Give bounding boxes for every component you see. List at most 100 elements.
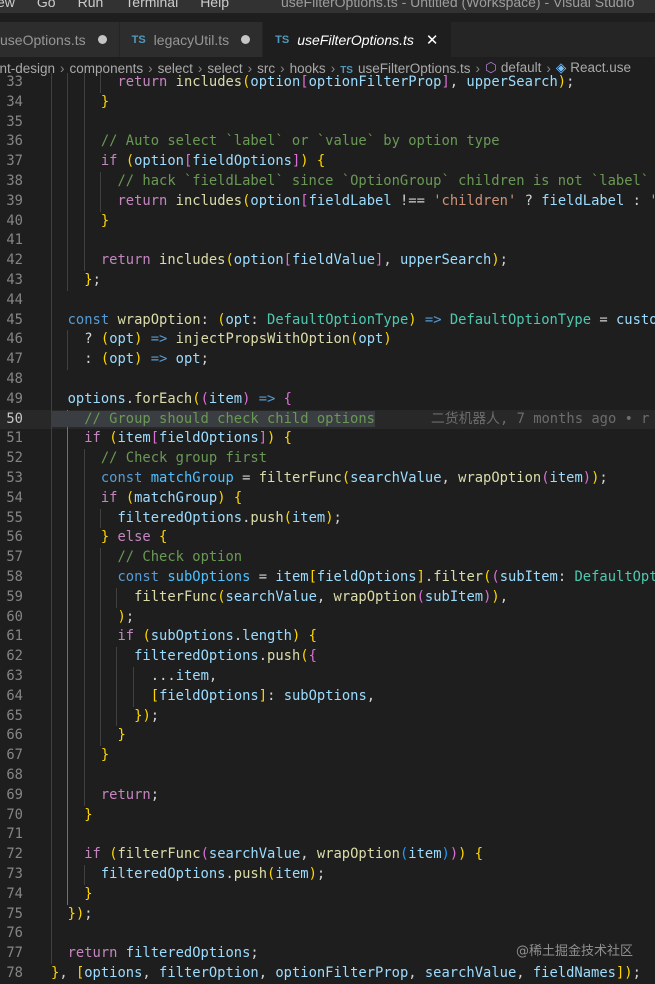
code-line[interactable]: 34 } — [0, 92, 655, 113]
line-number: 45 — [6, 311, 23, 328]
line-number: 36 — [6, 133, 23, 150]
code-line[interactable]: 65 }); — [0, 706, 655, 727]
code-line[interactable]: 52 // Check group first — [0, 449, 655, 469]
code-text: filteredOptions.push({ — [134, 648, 317, 665]
code-line[interactable]: 68 — [0, 766, 655, 786]
code-line[interactable]: 41 — [0, 231, 655, 252]
code-line[interactable]: 44 — [0, 290, 655, 311]
line-number: 52 — [6, 450, 23, 467]
line-number: 56 — [6, 529, 23, 546]
code-text: return includes(option[optionFilterProp]… — [117, 74, 575, 90]
menu-item-run[interactable]: Run — [78, 0, 104, 10]
code-line[interactable]: 51 if (item[fieldOptions]) { — [0, 429, 655, 450]
tab-useoptions[interactable]: useOptions.ts — [0, 22, 120, 57]
line-number: 68 — [6, 767, 23, 783]
menu-item-help[interactable]: Help — [200, 0, 229, 10]
unsaved-dot-icon[interactable] — [241, 35, 251, 44]
code-line[interactable]: 74 } — [0, 884, 655, 905]
code-line[interactable]: 66 } — [0, 726, 655, 747]
code-line[interactable]: 62 filteredOptions.push({ — [0, 647, 655, 667]
tab-usefilteroptions[interactable]: TS useFilterOptions.ts ✕ — [263, 22, 452, 57]
code-line[interactable]: 50 // Group should check child options 二货… — [0, 409, 655, 430]
code-line[interactable]: 54 if (matchGroup) { — [0, 488, 655, 509]
line-number: 75 — [6, 905, 23, 922]
code-line[interactable]: 38 // hack `fieldLabel` since `OptionGro… — [0, 172, 655, 192]
code-line[interactable]: 64 [fieldOptions]: subOptions, — [0, 686, 655, 707]
line-number: 49 — [6, 390, 23, 407]
code-line[interactable]: 56 } else { — [0, 528, 655, 549]
code-text: return; — [100, 786, 160, 803]
menu-item-view[interactable]: ew — [0, 0, 15, 10]
line-number: 74 — [6, 885, 23, 902]
code-line[interactable]: 53 const matchGroup = filterFunc(searchV… — [0, 469, 655, 489]
code-line[interactable]: 60 ); — [0, 607, 655, 628]
code-line[interactable]: 55 filteredOptions.push(item); — [0, 508, 655, 529]
line-number: 46 — [6, 331, 23, 348]
code-line[interactable]: 67 } — [0, 746, 655, 766]
code-line[interactable]: 58 const subOptions = item[fieldOptions]… — [0, 568, 655, 588]
line-number: 33 — [6, 74, 23, 90]
code-text: } — [100, 93, 110, 110]
code-line[interactable]: 33 return includes(option[optionFilterPr… — [0, 73, 655, 93]
line-number: 76 — [6, 925, 23, 942]
code-line[interactable]: 37 if (option[fieldOptions]) { — [0, 152, 655, 172]
code-line[interactable]: 42 return includes(option[fieldValue], u… — [0, 251, 655, 271]
close-icon[interactable]: ✕ — [426, 31, 439, 49]
code-text: const wrapOption: (opt: DefaultOptionTyp… — [67, 311, 655, 328]
typescript-file-icon: TS — [131, 33, 146, 46]
menu-bar: ew Go Run Terminal Help — [0, 0, 251, 10]
line-number: 39 — [6, 192, 23, 209]
code-text: // Group should check child options 二货机器人… — [51, 410, 649, 430]
tab-legacyutil[interactable]: TS legacyUtil.ts — [119, 22, 264, 57]
code-line[interactable]: 45 const wrapOption: (opt: DefaultOption… — [0, 310, 655, 331]
code-text: if (matchGroup) { — [100, 489, 243, 506]
code-line[interactable]: 43 }; — [0, 271, 655, 291]
line-number: 43 — [6, 272, 23, 288]
code-line[interactable]: 71 — [0, 825, 655, 846]
title-bar: ew Go Run Terminal Help useFilterOptions… — [0, 0, 655, 13]
code-editor[interactable]: 33 return includes(option[optionFilterPr… — [0, 73, 655, 984]
code-text: return filteredOptions; — [67, 945, 259, 962]
code-text: } — [100, 747, 110, 764]
line-number: 44 — [6, 291, 23, 308]
code-line[interactable]: 40 } — [0, 211, 655, 232]
code-line[interactable]: 63 ...item, — [0, 667, 655, 687]
code-line[interactable]: 39 return includes(option[fieldLabel !==… — [0, 191, 655, 212]
code-line[interactable]: 78}, [options, filterOption, optionFilte… — [0, 964, 655, 984]
code-line[interactable]: 35 — [0, 112, 655, 133]
line-number: 61 — [6, 628, 23, 645]
line-number: 57 — [6, 549, 23, 566]
code-text: filteredOptions.push(item); — [117, 509, 342, 526]
code-line[interactable]: 61 if (subOptions.length) { — [0, 627, 655, 648]
code-line[interactable]: 73 filteredOptions.push(item); — [0, 865, 655, 885]
menu-item-terminal[interactable]: Terminal — [125, 0, 178, 10]
code-line[interactable]: 72 if (filterFunc(searchValue, wrapOptio… — [0, 845, 655, 865]
unsaved-dot-icon[interactable] — [97, 35, 107, 44]
code-line[interactable]: 57 // Check option — [0, 548, 655, 568]
line-number: 62 — [6, 648, 23, 665]
editor-tab-strip: useOptions.ts TS legacyUtil.ts TS useFil… — [0, 22, 655, 57]
code-line[interactable]: 46 ? (opt) => injectPropsWithOption(opt) — [0, 330, 655, 351]
line-number: 78 — [6, 965, 23, 981]
tab-label: legacyUtil.ts — [153, 31, 230, 48]
code-line[interactable]: 75 }); — [0, 904, 655, 925]
line-number: 38 — [6, 173, 23, 189]
line-number: 47 — [6, 351, 23, 368]
typescript-file-icon: TS — [275, 33, 290, 46]
code-line[interactable]: 69 return; — [0, 785, 655, 806]
tab-label: useOptions.ts — [0, 31, 86, 48]
menu-item-go[interactable]: Go — [37, 0, 56, 10]
code-text: const matchGroup = filterFunc(searchValu… — [100, 470, 608, 486]
code-line[interactable]: 49 options.forEach((item) => { — [0, 389, 655, 410]
code-line[interactable]: 47 : (opt) => opt; — [0, 350, 655, 370]
code-line[interactable]: 36 // Auto select `label` or `value` by … — [0, 132, 655, 153]
line-number: 55 — [6, 509, 23, 526]
code-text: // hack `fieldLabel` since `OptionGroup`… — [117, 173, 650, 189]
code-text: if (filterFunc(searchValue, wrapOption(i… — [84, 846, 484, 863]
code-text: }); — [67, 905, 93, 922]
code-line[interactable]: 59 filterFunc(searchValue, wrapOption(su… — [0, 587, 655, 608]
code-line[interactable]: 48 — [0, 370, 655, 390]
code-line[interactable]: 70 } — [0, 805, 655, 826]
code-text: filterFunc(searchValue, wrapOption(subIt… — [134, 588, 508, 605]
code-text: } else { — [100, 529, 168, 546]
